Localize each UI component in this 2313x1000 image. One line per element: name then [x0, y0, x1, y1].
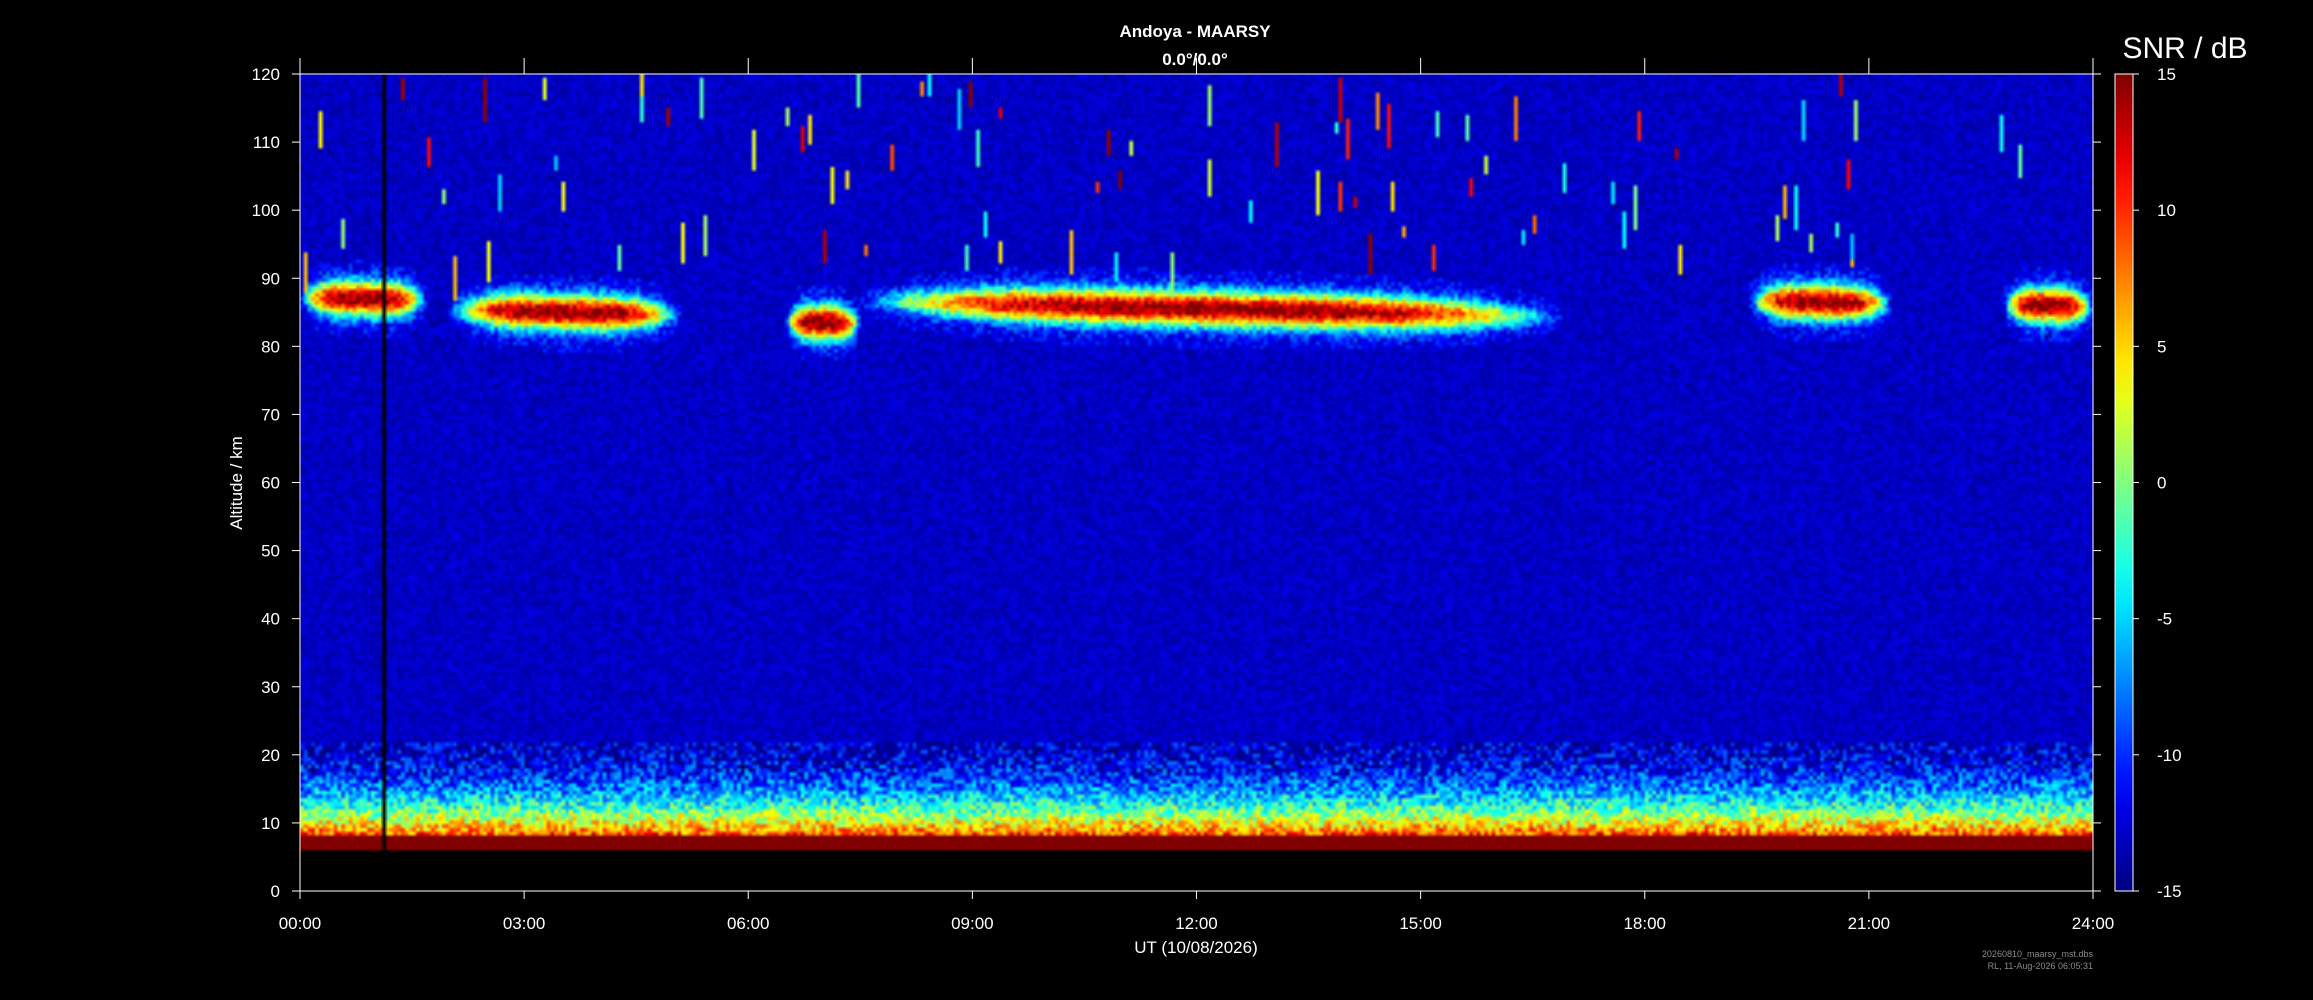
footer-timestamp: RL, 11-Aug-2026 06:05:31 — [1987, 961, 2093, 971]
x-tick-label: 03:00 — [503, 914, 546, 933]
colorbar-tick-label: -15 — [2157, 882, 2182, 901]
y-tick-label: 80 — [261, 337, 280, 356]
colorbar-tick-label: -10 — [2157, 746, 2182, 765]
colorbar-gradient — [2114, 73, 2134, 892]
x-tick-label: 18:00 — [1623, 914, 1666, 933]
colorbar-label: SNR / dB — [2122, 32, 2247, 65]
x-tick-label: 12:00 — [1175, 914, 1218, 933]
y-tick-label: 70 — [261, 405, 280, 424]
y-tick-label: 100 — [252, 201, 280, 220]
y-tick-label: 60 — [261, 474, 280, 493]
x-tick-label: 24:00 — [2072, 914, 2115, 933]
y-tick-label: 0 — [271, 882, 280, 901]
colorbar-tick-label: 10 — [2157, 201, 2176, 220]
y-tick-label: 120 — [252, 65, 280, 84]
radar-chart: Andoya - MAARSY 0.0°/0.0° 01020304050607… — [227, 22, 2248, 957]
colorbar-tick-label: 15 — [2157, 65, 2176, 84]
y-tick-label: 10 — [261, 814, 280, 833]
y-tick-label: 40 — [261, 610, 280, 629]
x-tick-label: 21:00 — [1848, 914, 1891, 933]
footer-info: 20260810_maarsy_mst.dbs RL, 11-Aug-2026 … — [1982, 948, 2093, 972]
footer-filename: 20260810_maarsy_mst.dbs — [1981, 949, 2093, 959]
y-tick-label: 90 — [261, 269, 280, 288]
colorbar-tick-label: 5 — [2157, 337, 2166, 356]
y-tick-label: 20 — [261, 746, 280, 765]
chart-subtitle: 0.0°/0.0° — [1162, 50, 1228, 69]
heatmap-raster — [300, 74, 2093, 891]
x-axis-label: UT (10/08/2026) — [1134, 938, 1257, 957]
colorbar-tick-label: 0 — [2157, 474, 2166, 493]
heatmap-plot-area — [300, 74, 2093, 891]
x-tick-label: 09:00 — [951, 914, 994, 933]
colorbar-tick-label: -5 — [2157, 610, 2172, 629]
chart-title: Andoya - MAARSY — [1119, 22, 1271, 41]
colorbar: -15 -10 -5 0 5 10 15 — [2114, 65, 2182, 901]
y-tick-label: 110 — [253, 133, 280, 152]
y-axis-label: Altitude / km — [227, 436, 246, 530]
x-tick-label: 06:00 — [727, 914, 770, 933]
y-tick-label: 50 — [261, 542, 280, 561]
y-tick-label: 30 — [261, 678, 280, 697]
x-tick-label: 00:00 — [279, 914, 322, 933]
x-tick-label: 15:00 — [1399, 914, 1442, 933]
